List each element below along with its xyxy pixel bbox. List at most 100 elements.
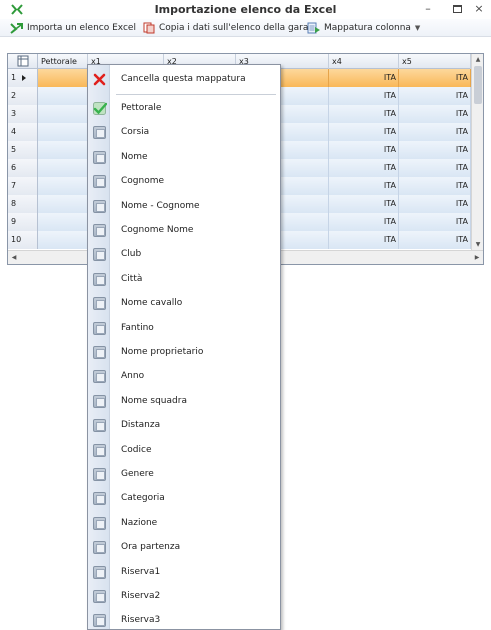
row-header[interactable]: 5	[8, 141, 38, 159]
table-cell-pettorale[interactable]	[38, 87, 88, 105]
menu-item-riserva1[interactable]: Riserva1	[88, 561, 280, 585]
row-header[interactable]: 2	[8, 87, 38, 105]
column-mapping-dropdown[interactable]: Mappatura colonna ▼	[307, 21, 420, 35]
menu-item-fantino[interactable]: Fantino	[88, 317, 280, 341]
menu-item-nome-cavallo[interactable]: Nome cavallo	[88, 292, 280, 316]
menu-item-ora-partenza[interactable]: Ora partenza	[88, 536, 280, 560]
menu-item-label: Nome proprietario	[121, 347, 204, 357]
minimize-button[interactable]: –	[420, 2, 436, 16]
scroll-down-icon[interactable]: ▼	[472, 239, 484, 250]
row-header[interactable]: 7	[8, 177, 38, 195]
checkmark-icon	[93, 102, 108, 115]
table-cell-pettorale[interactable]	[38, 159, 88, 177]
maximize-icon	[452, 5, 462, 13]
row-header[interactable]: 9	[8, 213, 38, 231]
menu-item-categoria[interactable]: Categoria	[88, 487, 280, 511]
table-cell-x5[interactable]: ITA	[399, 231, 471, 249]
scroll-up-icon[interactable]: ▲	[472, 54, 484, 65]
clear-x-icon	[93, 73, 106, 86]
import-excel-button[interactable]: Importa un elenco Excel	[10, 21, 136, 35]
scroll-right-icon[interactable]: ▶	[471, 251, 483, 264]
menu-item-label: Nome - Cognome	[121, 200, 200, 211]
table-cell-pettorale[interactable]	[38, 141, 88, 159]
column-header-x5[interactable]: x5	[399, 54, 471, 69]
menu-item-nazione[interactable]: Nazione	[88, 512, 280, 536]
table-cell-pettorale[interactable]	[38, 231, 88, 249]
table-cell-x5[interactable]: ITA	[399, 69, 471, 87]
checkbox-icon	[93, 419, 106, 433]
table-cell-x4[interactable]: ITA	[329, 159, 399, 177]
menu-item-clear-mapping[interactable]: Cancella questa mappatura	[88, 68, 280, 92]
menu-item-cognome[interactable]: Cognome	[88, 170, 280, 194]
grid-corner-icon[interactable]	[8, 54, 38, 69]
menu-item-club[interactable]: Club	[88, 243, 280, 267]
mapping-icon	[307, 22, 321, 34]
table-cell-pettorale[interactable]	[38, 123, 88, 141]
row-number: 2	[11, 91, 17, 100]
row-header[interactable]: 8	[8, 195, 38, 213]
table-cell-x4[interactable]: ITA	[329, 141, 399, 159]
table-cell-x5[interactable]: ITA	[399, 87, 471, 105]
checkbox-icon	[93, 565, 106, 579]
menu-item-riserva3[interactable]: Riserva3	[88, 609, 280, 630]
menu-item-città[interactable]: Città	[88, 268, 280, 292]
menu-item-nome[interactable]: Nome	[88, 146, 280, 170]
table-cell-pettorale[interactable]	[38, 69, 88, 87]
column-header-x4[interactable]: x4	[329, 54, 399, 69]
menu-item-genere[interactable]: Genere	[88, 463, 280, 487]
row-header[interactable]: 1	[8, 69, 38, 87]
table-cell-pettorale[interactable]	[38, 195, 88, 213]
scroll-thumb[interactable]	[474, 66, 482, 104]
menu-item-label: Club	[121, 249, 142, 260]
excel-import-icon	[10, 22, 24, 34]
checkbox-icon	[93, 150, 106, 164]
copy-data-button[interactable]: Copia i dati sull'elenco della gara	[142, 21, 308, 35]
menu-item-label: Distanza	[121, 420, 161, 431]
checkbox-icon	[93, 541, 106, 555]
column-header-pettorale[interactable]: Pettorale	[38, 54, 88, 69]
table-cell-x5[interactable]: ITA	[399, 159, 471, 177]
menu-item-pettorale[interactable]: Pettorale	[88, 97, 280, 121]
table-cell-x4[interactable]: ITA	[329, 87, 399, 105]
table-cell-x4[interactable]: ITA	[329, 123, 399, 141]
title-bar: Importazione elenco da Excel – ×	[0, 0, 491, 19]
row-header[interactable]: 10	[8, 231, 38, 249]
table-cell-pettorale[interactable]	[38, 177, 88, 195]
menu-item-nome-cognome[interactable]: Nome - Cognome	[88, 195, 280, 219]
table-cell-pettorale[interactable]	[38, 213, 88, 231]
menu-item-label: Riserva1	[121, 566, 161, 577]
table-cell-x5[interactable]: ITA	[399, 141, 471, 159]
table-cell-x4[interactable]: ITA	[329, 177, 399, 195]
row-header[interactable]: 4	[8, 123, 38, 141]
table-cell-x5[interactable]: ITA	[399, 195, 471, 213]
table-cell-x5[interactable]: ITA	[399, 177, 471, 195]
menu-item-nome-squadra[interactable]: Nome squadra	[88, 390, 280, 414]
menu-separator	[116, 94, 276, 95]
table-cell-x4[interactable]: ITA	[329, 231, 399, 249]
maximize-button[interactable]	[449, 2, 465, 16]
scroll-left-icon[interactable]: ◀	[8, 251, 20, 264]
row-header[interactable]: 3	[8, 105, 38, 123]
row-header[interactable]: 6	[8, 159, 38, 177]
menu-item-riserva2[interactable]: Riserva2	[88, 585, 280, 609]
checkbox-icon	[93, 492, 106, 506]
menu-item-nome-proprietario[interactable]: Nome proprietario	[88, 341, 280, 365]
table-cell-x4[interactable]: ITA	[329, 213, 399, 231]
table-cell-x4[interactable]: ITA	[329, 105, 399, 123]
table-cell-x4[interactable]: ITA	[329, 195, 399, 213]
menu-item-cognome-nome[interactable]: Cognome Nome	[88, 219, 280, 243]
menu-item-label: Nazione	[121, 517, 158, 528]
menu-item-distanza[interactable]: Distanza	[88, 414, 280, 438]
menu-item-anno[interactable]: Anno	[88, 365, 280, 389]
menu-item-codice[interactable]: Codice	[88, 439, 280, 463]
checkbox-icon	[93, 370, 106, 384]
table-cell-pettorale[interactable]	[38, 105, 88, 123]
close-button[interactable]: ×	[471, 2, 487, 16]
menu-item-label: Categoria	[121, 493, 165, 504]
vertical-scrollbar[interactable]: ▲ ▼	[471, 54, 483, 250]
table-cell-x5[interactable]: ITA	[399, 213, 471, 231]
table-cell-x4[interactable]: ITA	[329, 69, 399, 87]
table-cell-x5[interactable]: ITA	[399, 123, 471, 141]
menu-item-corsia[interactable]: Corsia	[88, 121, 280, 145]
table-cell-x5[interactable]: ITA	[399, 105, 471, 123]
